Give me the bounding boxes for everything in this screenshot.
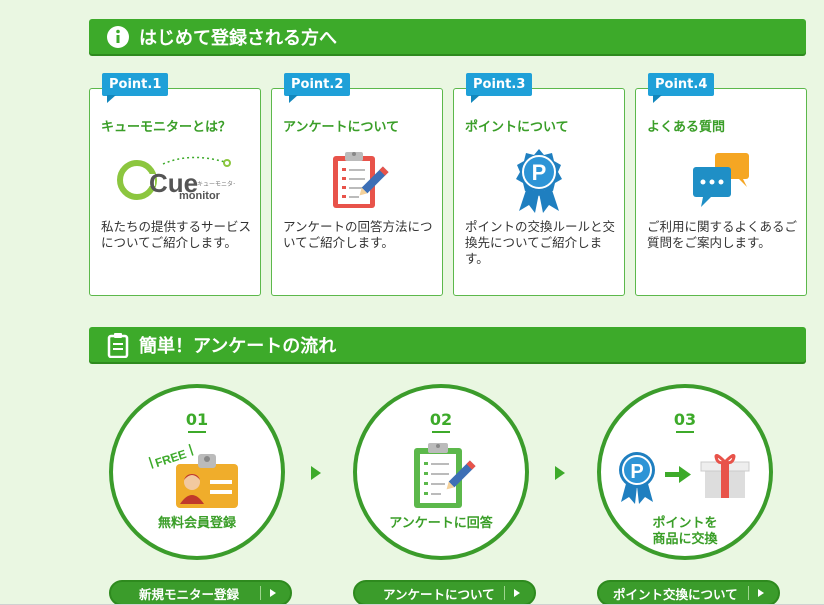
chevron-right-icon xyxy=(270,589,276,597)
logo-sub-text: monitor xyxy=(179,190,221,202)
new-monitor-register-button[interactable]: 新規モニター登録 xyxy=(109,580,292,605)
card-description: ご利用に関するよくあるご質問をご案内します。 xyxy=(647,219,798,250)
card-description: アンケートの回答方法についてご紹介します。 xyxy=(283,219,433,250)
medal-letter: P xyxy=(630,461,643,483)
section-header-first-time: はじめて登録される方へ xyxy=(89,19,806,54)
section-title: 簡単！アンケートの流れ xyxy=(139,335,337,357)
card-title: キューモニターとは？ xyxy=(101,120,232,135)
section-header-survey-flow: 簡単！アンケートの流れ xyxy=(89,327,806,362)
card-about-survey[interactable]: Point.2 アンケートについて アンケートの回答方法についてご紹介します。 xyxy=(271,73,443,296)
clipboard-pencil-icon xyxy=(357,440,525,512)
step-label: ポイントを 商品に交換 xyxy=(652,516,718,547)
step-arrow-icon xyxy=(555,466,565,480)
chevron-right-icon xyxy=(758,589,764,597)
button-label: 新規モニター登録 xyxy=(139,586,240,602)
step-label: アンケートに回答 xyxy=(389,516,493,531)
id-card-icon: FREE xyxy=(113,440,281,512)
card-faq[interactable]: Point.4 よくある質問 ご利用に関するよくあるご質問をご案内します。 xyxy=(635,73,807,296)
step-arrow-icon xyxy=(311,466,321,480)
clipboard-pencil-icon xyxy=(272,145,442,215)
step-answer-survey: 02 アンケートに回答 xyxy=(353,384,529,560)
card-about-points[interactable]: Point.3 ポイントについて P ポイントの交換ルールと交換先についてご紹介… xyxy=(453,73,625,296)
clipboard-icon xyxy=(105,332,131,358)
logo-kana-text: キューモニター xyxy=(197,180,235,188)
chevron-right-icon xyxy=(514,589,520,597)
point-to-gift-icon: P xyxy=(601,440,769,512)
section-title: はじめて登録される方へ xyxy=(139,27,337,49)
cue-monitor-logo: Cue monitor キューモニター xyxy=(90,145,260,215)
chat-bubbles-icon xyxy=(636,145,806,215)
card-title: アンケートについて xyxy=(283,120,400,135)
card-about-cue-monitor[interactable]: Point.1 キューモニターとは？ Cue monitor キューモニター 私… xyxy=(89,73,261,296)
card-title: よくある質問 xyxy=(647,120,726,135)
step-label: 無料会員登録 xyxy=(157,516,236,531)
point-medal-icon: P xyxy=(454,145,624,215)
step-number: 01 xyxy=(113,410,281,433)
card-description: 私たちの提供するサービスについてご紹介します。 xyxy=(101,219,252,250)
step-register: 01 FREE 無料会員登録 xyxy=(109,384,285,560)
point-badge: Point.4 xyxy=(648,73,715,103)
step-number: 02 xyxy=(357,410,525,433)
step-number: 03 xyxy=(601,410,769,433)
card-title: ポイントについて xyxy=(465,120,569,135)
point-badge: Point.3 xyxy=(466,73,533,103)
card-description: ポイントの交換ルールと交換先についてご紹介します。 xyxy=(465,219,616,266)
point-badge: Point.1 xyxy=(102,73,169,103)
about-point-exchange-button[interactable]: ポイント交換について xyxy=(597,580,780,605)
button-label: ポイント交換について xyxy=(613,586,738,602)
point-badge: Point.2 xyxy=(284,73,351,103)
info-icon xyxy=(105,24,131,50)
about-survey-button[interactable]: アンケートについて xyxy=(353,580,536,605)
button-label: アンケートについて xyxy=(383,586,495,602)
medal-letter: P xyxy=(532,160,547,185)
step-exchange-points: 03 P ポイントを 商品に交換 xyxy=(597,384,773,560)
